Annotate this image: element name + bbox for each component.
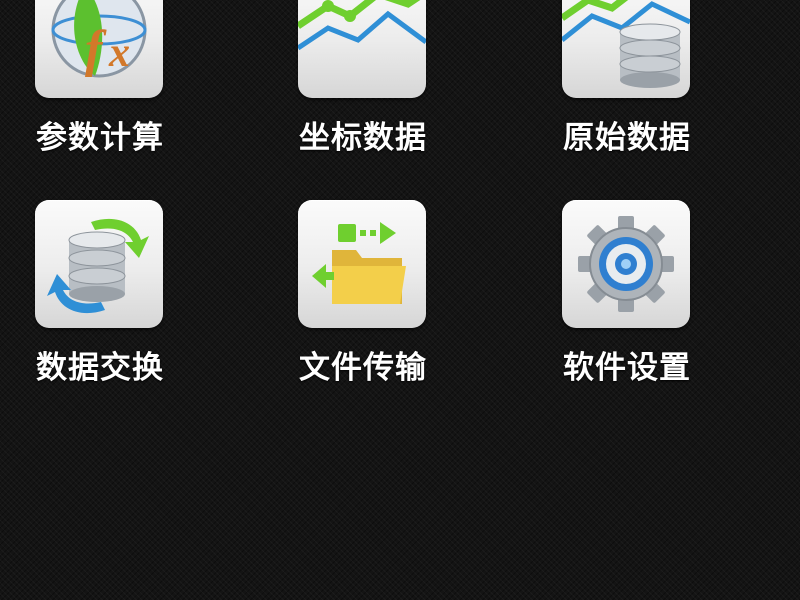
app-data-exchange-tile[interactable] (35, 200, 163, 328)
app-settings-label: 软件设置 (563, 350, 691, 386)
line-chart-icon (298, 0, 426, 51)
app-data-exchange[interactable]: 数据交换 (0, 200, 200, 386)
app-coord-data-label: 坐标数据 (299, 120, 427, 156)
app-raw-data[interactable]: 原始数据 (527, 0, 727, 156)
app-param-calc-tile[interactable]: f x (35, 0, 163, 98)
app-file-transfer-label: 文件传输 (299, 350, 427, 386)
app-coord-data-tile[interactable] (298, 0, 426, 98)
database-sync-icon (47, 218, 149, 314)
svg-text:x: x (108, 30, 130, 76)
app-settings-tile[interactable] (562, 200, 690, 328)
app-param-calc-label: 参数计算 (36, 120, 164, 156)
app-file-transfer-tile[interactable] (298, 200, 426, 328)
app-file-transfer[interactable]: 文件传输 (263, 200, 463, 386)
gear-icon (578, 216, 674, 312)
app-raw-data-tile[interactable] (562, 0, 690, 98)
app-param-calc[interactable]: f x 参数计算 (0, 0, 200, 156)
chart-database-icon (562, 0, 690, 88)
fx-globe-icon: f x (51, 0, 147, 78)
app-settings[interactable]: 软件设置 (527, 200, 727, 386)
folder-transfer-icon (312, 222, 406, 304)
app-grid: f x 参数计算 坐标数据 原始数据 数据交换 文件传输 软件设置 (0, 0, 800, 600)
app-raw-data-label: 原始数据 (563, 120, 691, 156)
app-coord-data[interactable]: 坐标数据 (263, 0, 463, 156)
app-data-exchange-label: 数据交换 (36, 350, 164, 386)
